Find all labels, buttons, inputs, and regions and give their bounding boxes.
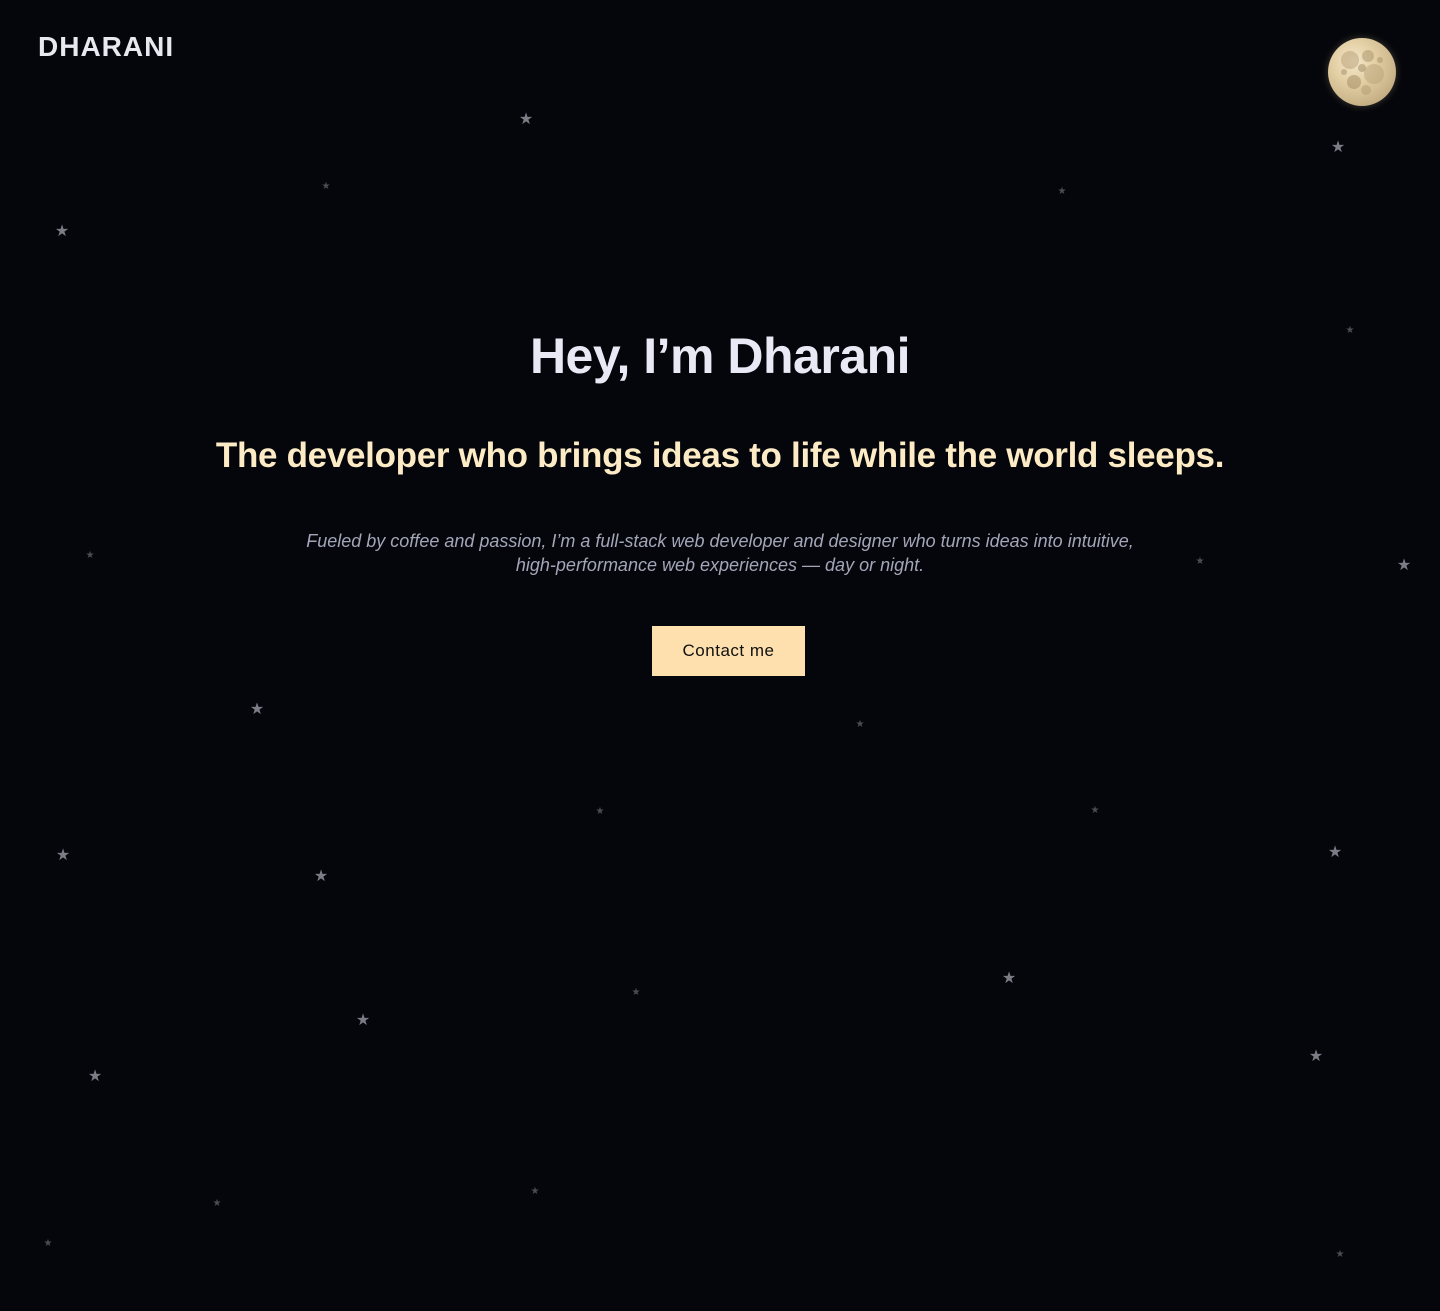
star-icon: ★ <box>1001 970 1017 987</box>
star-icon: ★ <box>43 1238 53 1249</box>
star-icon: ★ <box>321 181 331 192</box>
star-icon: ★ <box>1335 1249 1345 1260</box>
star-icon: ★ <box>1057 186 1067 197</box>
star-icon: ★ <box>1345 325 1355 336</box>
star-icon: ★ <box>87 1068 103 1085</box>
star-icon: ★ <box>1330 139 1346 156</box>
hero-title: Hey, I’m Dharani <box>529 328 911 384</box>
star-icon: ★ <box>1090 805 1100 816</box>
logo[interactable]: DHARANI <box>38 30 174 64</box>
star-icon: ★ <box>355 1012 371 1029</box>
moon-icon[interactable] <box>1328 38 1396 106</box>
star-icon: ★ <box>212 1198 222 1209</box>
star-icon: ★ <box>313 868 329 885</box>
star-icon: ★ <box>1396 557 1412 574</box>
star-icon: ★ <box>631 987 641 998</box>
star-icon: ★ <box>55 847 71 864</box>
star-icon: ★ <box>1327 844 1343 861</box>
star-icon: ★ <box>855 719 865 730</box>
star-icon: ★ <box>518 111 534 128</box>
contact-button[interactable]: Contact me <box>652 626 805 676</box>
star-icon: ★ <box>1195 556 1205 567</box>
star-icon: ★ <box>595 806 605 817</box>
star-icon: ★ <box>249 701 265 718</box>
star-icon: ★ <box>1308 1048 1324 1065</box>
star-icon: ★ <box>530 1186 540 1197</box>
star-icon: ★ <box>54 223 70 240</box>
hero-tagline: The developer who brings ideas to life w… <box>215 436 1225 475</box>
hero-description: Fueled by coffee and passion, I’m a full… <box>306 531 1134 575</box>
star-icon: ★ <box>85 550 95 561</box>
